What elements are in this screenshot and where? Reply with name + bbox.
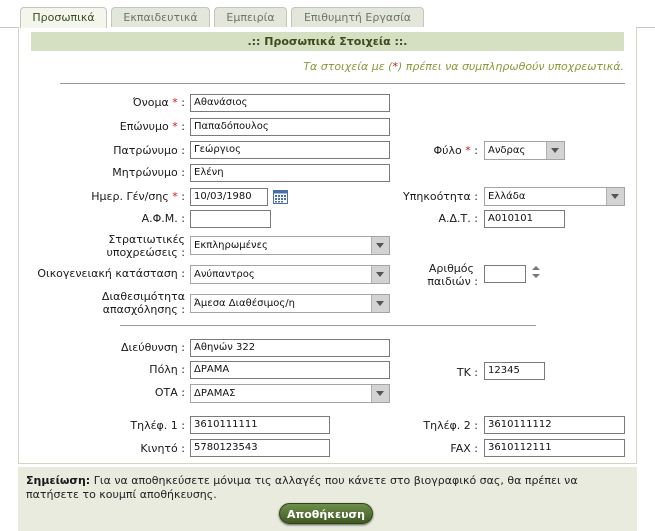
- chevron-down-icon[interactable]: [371, 266, 389, 283]
- adt-input[interactable]: Α010101: [484, 210, 565, 228]
- label-tk: ΤΚ :: [456, 366, 478, 379]
- afm-input[interactable]: [190, 210, 271, 228]
- last-name-input[interactable]: Παπαδόπουλος: [190, 118, 390, 136]
- label-mobile: Κινητό :: [140, 442, 185, 455]
- label-first-name: Όνομα * :: [132, 96, 185, 109]
- label-phone2: Τηλέφ. 2 :: [423, 419, 478, 432]
- children-input[interactable]: [484, 265, 526, 283]
- tab-education[interactable]: Εκπαιδευτικά: [111, 7, 210, 27]
- label-mother-name: Μητρώνυμο :: [112, 166, 185, 179]
- first-name-input[interactable]: Αθανάσιος: [190, 94, 390, 112]
- save-note: Σημείωση: Για να αποθηκεύσετε μόνιμα τις…: [26, 474, 578, 501]
- chevron-down-icon[interactable]: [606, 188, 624, 205]
- citizenship-select[interactable]: Ελλάδα: [484, 187, 625, 206]
- label-marital: Οικογενειακή κατάσταση :: [37, 267, 185, 280]
- tab-desired-job[interactable]: Επιθυμητή Εργασία: [291, 7, 424, 27]
- chevron-down-icon[interactable]: [371, 385, 389, 402]
- mother-name-input[interactable]: Ελένη: [190, 164, 390, 182]
- section-title: .:: Προσωπικά Στοιχεία ::.: [31, 32, 624, 51]
- father-name-input[interactable]: Γεώργιος: [190, 141, 390, 159]
- label-gender: Φύλο * :: [433, 144, 478, 157]
- label-city: Πόλη :: [149, 363, 185, 376]
- spinner-icon[interactable]: [531, 265, 541, 279]
- label-military: Στρατιωτικές υποχρεώσεις :: [106, 233, 185, 259]
- calendar-icon[interactable]: [273, 189, 288, 204]
- chevron-down-icon[interactable]: [371, 237, 389, 254]
- birth-date-input[interactable]: 10/03/1980: [190, 188, 268, 206]
- divider: [120, 325, 536, 326]
- chevron-down-icon[interactable]: [546, 142, 564, 159]
- fax-input[interactable]: 3610112111: [484, 439, 625, 457]
- tk-input[interactable]: 12345: [484, 362, 545, 380]
- label-fax: FAX :: [450, 442, 478, 455]
- phone1-input[interactable]: 3610111111: [190, 416, 330, 434]
- gender-select[interactable]: Ανδρας: [484, 141, 565, 160]
- label-availability: Διαθεσιμότητα απασχόλησης :: [101, 290, 185, 316]
- label-children: Αριθμός παιδιών :: [427, 262, 478, 288]
- mobile-input[interactable]: 5780123543: [190, 439, 330, 457]
- phone2-input[interactable]: 3610111112: [484, 416, 625, 434]
- label-citizenship: Υπηκοότητα :: [403, 190, 478, 203]
- availability-select[interactable]: Άμεσα Διαθέσιμος/η: [190, 294, 390, 313]
- label-last-name: Επώνυμο * :: [119, 120, 185, 133]
- tab-personal[interactable]: Προσωπικά: [20, 7, 107, 28]
- label-father-name: Πατρώνυμο :: [113, 144, 185, 157]
- label-afm: Α.Φ.Μ. :: [141, 212, 185, 225]
- marital-select[interactable]: Ανύπαντρος: [190, 265, 390, 284]
- label-adt: Α.Δ.Τ. :: [438, 212, 478, 225]
- chevron-down-icon[interactable]: [371, 295, 389, 312]
- label-address: Διεύθυνση :: [121, 341, 185, 354]
- address-input[interactable]: Αθηνών 322: [190, 339, 390, 357]
- label-birth-date: Ημερ. Γέν/σης * :: [91, 190, 185, 203]
- label-ota: ΟΤΑ :: [154, 386, 185, 399]
- save-button[interactable]: Αποθήκευση: [279, 503, 373, 524]
- label-phone1: Τηλέφ. 1 :: [130, 419, 185, 432]
- tab-experience[interactable]: Εμπειρία: [214, 7, 287, 27]
- tab-bar: Προσωπικά Εκπαιδευτικά Εμπειρία Επιθυμητ…: [0, 0, 655, 28]
- city-input[interactable]: ΔΡΑΜΑ: [190, 361, 390, 379]
- military-select[interactable]: Εκπληρωμένες: [190, 236, 390, 255]
- divider: [60, 83, 625, 84]
- required-note: Τα στοιχεία με (*) πρέπει να συμπληρωθού…: [303, 60, 624, 73]
- ota-select[interactable]: ΔΡΑΜΑΣ: [190, 384, 390, 403]
